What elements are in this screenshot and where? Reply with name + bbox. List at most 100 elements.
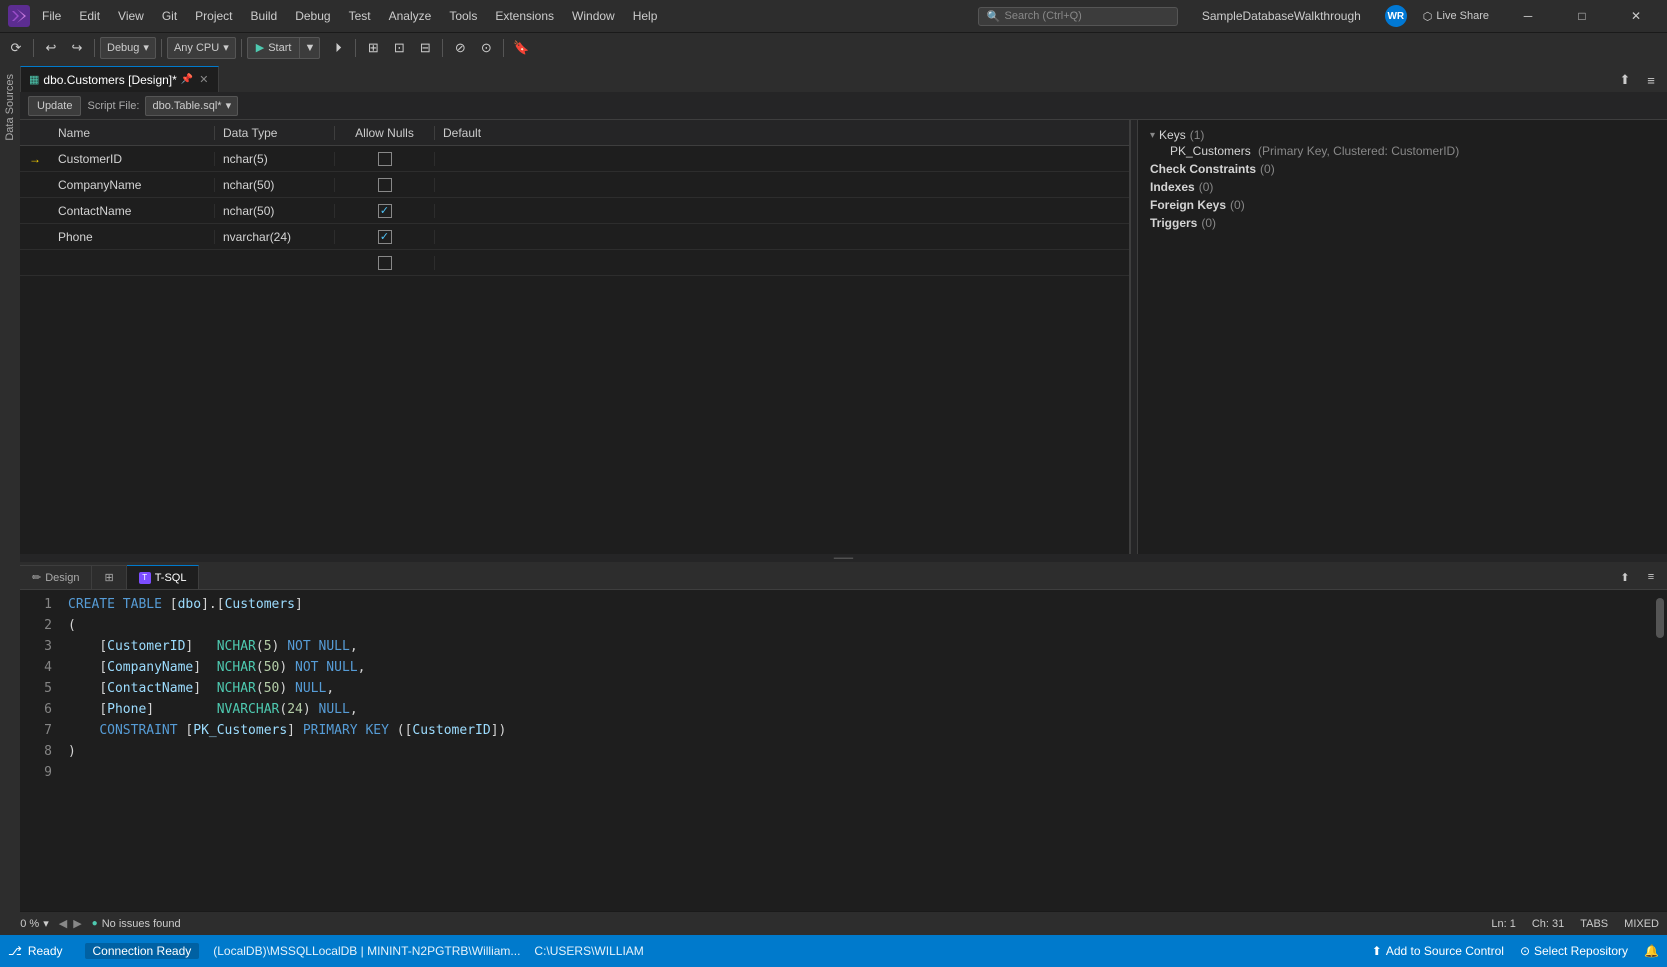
menu-window[interactable]: Window [564,7,623,25]
tsql-tab[interactable]: T T-SQL [127,565,200,589]
foreign-keys-header[interactable]: Foreign Keys (0) [1150,198,1655,212]
tab-list-button[interactable]: ≡ [1639,68,1663,92]
indexes-header[interactable]: Indexes (0) [1150,180,1655,194]
branch-icon: ⎇ [8,944,22,958]
horizontal-split-handle[interactable] [20,554,1667,562]
sql-code-content[interactable]: CREATE TABLE [dbo].[Customers] ( [Custom… [60,594,1653,907]
table-row[interactable]: Phone nvarchar(24) ✓ [20,224,1129,250]
table-row[interactable]: ContactName nchar(50) ✓ [20,198,1129,224]
source-control-icon: ⬆ [1372,944,1382,958]
cell-type-companyname[interactable]: nchar(50) [215,178,335,192]
diagram-tab[interactable]: ⊞ [92,565,126,589]
select-repository-button[interactable]: ⊙ Select Repository [1520,944,1628,958]
menu-file[interactable]: File [34,7,69,25]
menu-build[interactable]: Build [243,7,286,25]
search-box[interactable]: 🔍 Search (Ctrl+Q) [978,7,1178,26]
table-row[interactable]: → CustomerID nchar(5) [20,146,1129,172]
bookmark-button[interactable]: 🔖 [509,36,533,60]
keys-header[interactable]: ▾ Keys (1) [1150,128,1655,142]
table-design-area: Name Data Type Allow Nulls Default → Cus… [20,120,1131,554]
separator [94,39,95,57]
table-row-empty[interactable] [20,250,1129,276]
start-button[interactable]: ▶ Start ▼ [247,37,321,59]
toolbar-btn1[interactable]: ⊞ [361,36,385,60]
toolbar-btn5[interactable]: ⊙ [474,36,498,60]
cell-name-customerid[interactable]: CustomerID [50,152,215,166]
menu-project[interactable]: Project [187,7,240,25]
diagram-tab-icon: ⊞ [104,571,113,584]
indexes-label: Indexes [1150,180,1195,194]
check-constraints-section: Check Constraints (0) [1150,162,1655,176]
add-to-source-button[interactable]: ⬆ Add to Source Control [1372,944,1504,958]
maximize-button[interactable]: □ [1559,0,1605,32]
dropdown-arrow-icon: ▾ [226,99,232,112]
table-row[interactable]: CompanyName nchar(50) [20,172,1129,198]
cell-type-phone[interactable]: nvarchar(24) [215,230,335,244]
zoom-dropdown-icon[interactable]: ▾ [43,917,49,930]
null-checkbox[interactable] [378,178,392,192]
null-checkbox-checked[interactable]: ✓ [378,204,392,218]
scroll-left-btn[interactable]: ◀ [57,917,69,930]
tabs-status: TABS [1580,918,1608,930]
editor-list-button[interactable]: ≡ [1639,565,1663,589]
cell-null-companyname[interactable] [335,178,435,192]
menu-debug[interactable]: Debug [287,7,338,25]
null-checkbox[interactable] [378,152,392,166]
active-tab[interactable]: ▦ dbo.Customers [Design]* 📌 ✕ [20,66,219,92]
step-over-button[interactable]: ⏵ [326,36,350,60]
menu-view[interactable]: View [110,7,152,25]
toolbar-btn3[interactable]: ⊟ [413,36,437,60]
cell-type-contactname[interactable]: nchar(50) [215,204,335,218]
undo-button[interactable]: ↩ [39,36,63,60]
platform-dropdown[interactable]: Any CPU ▾ [167,37,236,59]
cell-name-phone[interactable]: Phone [50,230,215,244]
null-checkbox[interactable] [378,256,392,270]
scrollbar-thumb[interactable] [1656,598,1664,638]
tab-pin-icon[interactable]: 📌 [181,74,193,85]
cell-null-customerid[interactable] [335,152,435,166]
script-file-dropdown[interactable]: dbo.Table.sql* ▾ [145,96,238,116]
indexes-section: Indexes (0) [1150,180,1655,194]
menu-tools[interactable]: Tools [441,7,485,25]
minimize-button[interactable]: ─ [1505,0,1551,32]
cell-null-contactname[interactable]: ✓ [335,204,435,218]
connection-status: Connection Ready [85,943,200,959]
tab-expand-button[interactable]: ⬆ [1613,68,1637,92]
foreign-keys-count: (0) [1230,198,1245,212]
menu-git[interactable]: Git [154,7,185,25]
update-button[interactable]: Update [28,96,81,116]
editor-scrollbar[interactable] [1653,594,1667,907]
toolbar-btn2[interactable]: ⊡ [387,36,411,60]
null-checkbox-checked[interactable]: ✓ [378,230,392,244]
cell-name-companyname[interactable]: CompanyName [50,178,215,192]
cell-null-empty[interactable] [335,256,435,270]
toolbar: ⟳ ↩ ↪ Debug ▾ Any CPU ▾ ▶ Start ▼ ⏵ ⊞ ⊡ … [0,32,1667,62]
menu-extensions[interactable]: Extensions [487,7,562,25]
cell-name-contactname[interactable]: ContactName [50,204,215,218]
menu-edit[interactable]: Edit [71,7,108,25]
menu-help[interactable]: Help [625,7,666,25]
tab-close-button[interactable]: ✕ [197,73,210,86]
cell-type-customerid[interactable]: nchar(5) [215,152,335,166]
keys-section: ▾ Keys (1) PK_Customers (Primary Key, Cl… [1150,128,1655,158]
scroll-right-btn[interactable]: ▶ [71,917,83,930]
debug-mode-dropdown[interactable]: Debug ▾ [100,37,156,59]
triggers-header[interactable]: Triggers (0) [1150,216,1655,230]
menu-analyze[interactable]: Analyze [381,7,440,25]
live-share-button[interactable]: ⬡ Live Share [1415,8,1497,25]
check-constraints-header[interactable]: Check Constraints (0) [1150,162,1655,176]
close-button[interactable]: ✕ [1613,0,1659,32]
editor-expand-button[interactable]: ⬆ [1613,565,1637,589]
notifications-icon[interactable]: 🔔 [1644,944,1659,958]
cell-null-phone[interactable]: ✓ [335,230,435,244]
menu-bar: File Edit View Git Project Build Debug T… [34,7,974,25]
design-tab[interactable]: ✏ Design [20,565,92,589]
toolbar-btn4[interactable]: ⊘ [448,36,472,60]
back-button[interactable]: ⟳ [4,36,28,60]
pk-item: PK_Customers (Primary Key, Clustered: Cu… [1150,144,1655,158]
data-sources-label[interactable]: Data Sources [2,66,18,149]
redo-button[interactable]: ↪ [65,36,89,60]
menu-test[interactable]: Test [341,7,379,25]
editor-tab-buttons: ⬆ ≡ [1609,565,1667,589]
user-avatar: WR [1385,5,1407,27]
